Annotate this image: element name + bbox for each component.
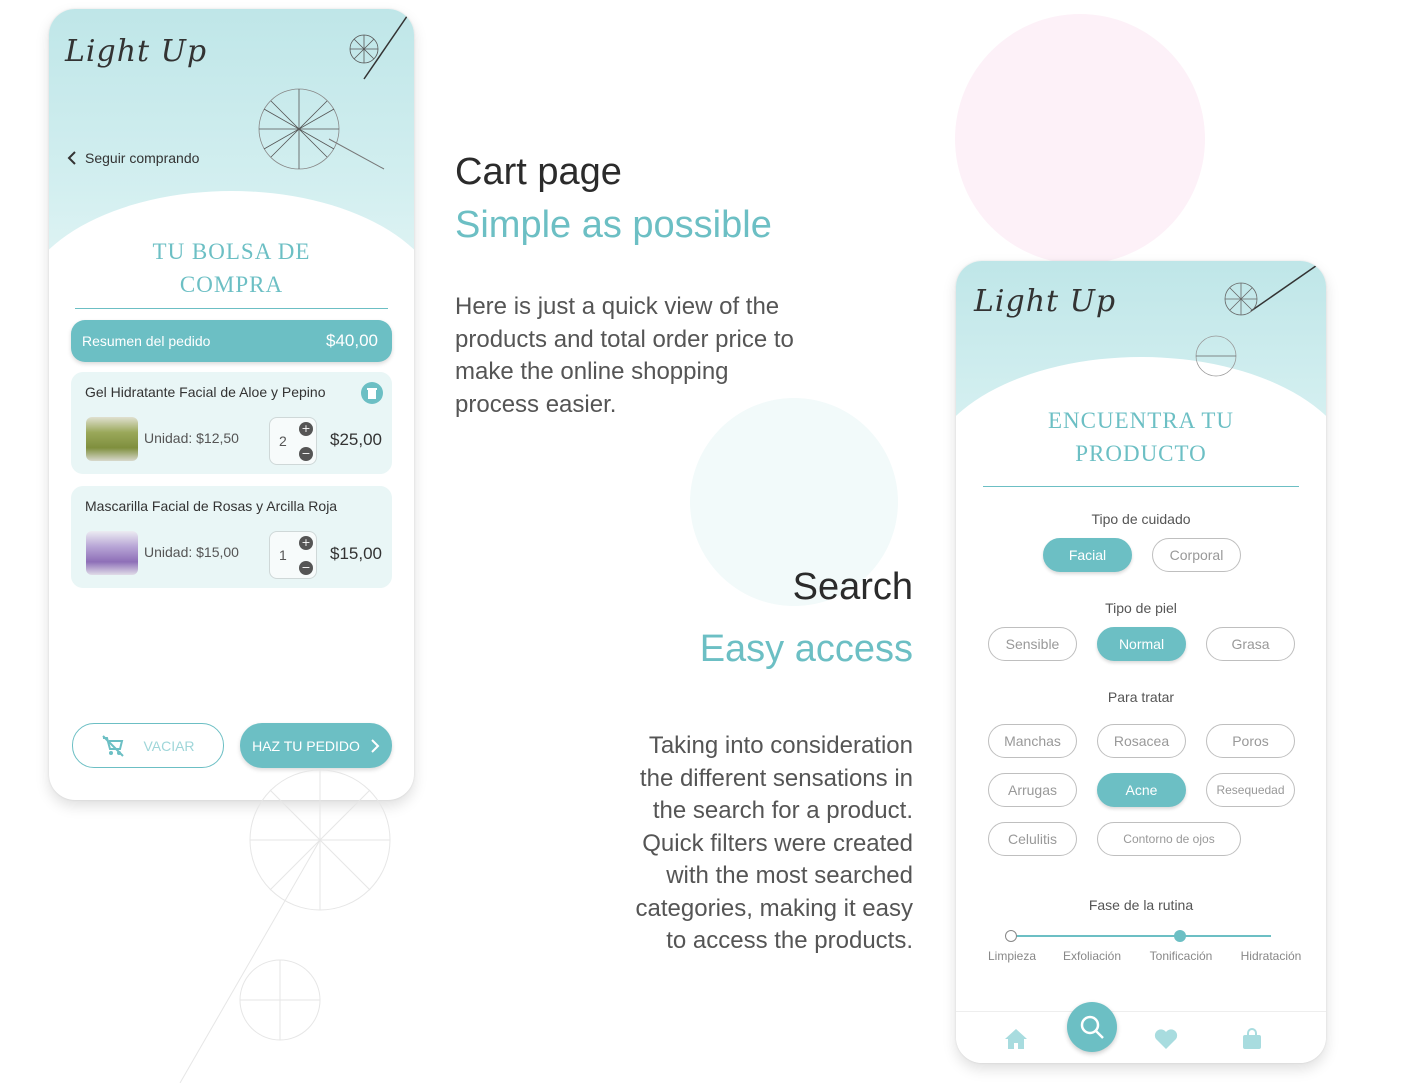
decorative-pink-circle [955, 14, 1205, 264]
plus-icon[interactable]: + [299, 422, 313, 436]
search-section-subheading: Easy access [699, 628, 913, 670]
description-line: Taking into consideration [648, 732, 913, 759]
cart-item: Mascarilla Facial de Rosas y Arcilla Roj… [71, 486, 392, 588]
search-section-description: Taking into consideration the different … [560, 730, 913, 958]
order-summary-bar[interactable]: Resumen del pedido $40,00 [71, 320, 392, 362]
description-line: the search for a product. [652, 797, 913, 824]
item-name: Gel Hidratante Facial de Aloe y Pepino [85, 384, 326, 400]
treat-label: Para tratar [1107, 689, 1175, 705]
product-thumbnail [86, 417, 138, 461]
product-thumbnail [86, 531, 138, 575]
description-line: the different sensations in [639, 764, 913, 792]
background-dandelion-illustration [179, 769, 391, 1083]
chip-arrugas[interactable]: Arrugas [988, 773, 1077, 807]
bag-icon[interactable] [1239, 1026, 1265, 1052]
quantity-value: 2 [279, 433, 287, 449]
chip-sensible[interactable]: Sensible [988, 627, 1077, 661]
item-name: Mascarilla Facial de Rosas y Arcilla Roj… [85, 498, 338, 514]
routine-step-label: Exfoliación [1062, 949, 1122, 963]
title-divider [983, 486, 1299, 487]
cart-phone-mockup: Light Up Seguir comprando TU BOLSA DE CO… [49, 9, 414, 800]
chip-corporal[interactable]: Corporal [1152, 538, 1241, 572]
item-total: $25,00 [330, 430, 382, 449]
title-divider [75, 308, 388, 309]
care-type-label: Tipo de cuidado [1091, 511, 1191, 527]
cart-section-description: Here is just a quick view of the product… [455, 291, 794, 421]
routine-slider-track[interactable] [1011, 935, 1271, 937]
chip-facial[interactable]: Facial [1043, 538, 1132, 572]
search-tab-button[interactable] [1067, 1002, 1117, 1052]
skin-type-label: Tipo de piel [1105, 600, 1177, 616]
description-line: process easier. [455, 390, 617, 418]
chip-contorno-de-ojos[interactable]: Contorno de ojos [1097, 822, 1241, 856]
cart-title-line2: COMPRA [179, 272, 284, 297]
chip-grasa[interactable]: Grasa [1206, 627, 1295, 661]
trash-icon[interactable] [361, 382, 383, 404]
description-line: make the online shopping [455, 358, 729, 385]
description-line: categories, making it easy [635, 894, 913, 922]
cart-item: Gel Hidratante Facial de Aloe y Pepino U… [71, 372, 392, 474]
chip-poros[interactable]: Poros [1206, 724, 1295, 758]
continue-shopping-label: Seguir comprando [85, 150, 200, 166]
plus-icon[interactable]: + [299, 536, 313, 550]
search-title-line1: ENCUENTRA TU [1048, 408, 1234, 433]
chevron-left-icon [67, 151, 76, 165]
chip-rosacea[interactable]: Rosacea [1097, 724, 1186, 758]
search-phone-mockup: Light Up ENCUENTRA TU PRODUCTO Tipo de c… [956, 261, 1326, 1063]
chip-resequedad[interactable]: Resequedad [1206, 773, 1295, 807]
item-total: $15,00 [330, 544, 382, 563]
slider-stop-limpieza[interactable] [1005, 930, 1017, 942]
dandelion-illustration [258, 9, 413, 170]
order-summary-label: Resumen del pedido [82, 333, 211, 349]
unit-price: Unidad: $12,50 [144, 430, 239, 446]
place-order-label: HAZ TU PEDIDO [252, 737, 360, 754]
continue-shopping-link[interactable]: Seguir comprando [67, 150, 199, 166]
routine-step-label: Hidratación [1240, 949, 1302, 963]
brand-logo: Light Up [65, 34, 208, 69]
routine-step-label: Limpieza [987, 949, 1037, 963]
quantity-value: 1 [279, 547, 287, 563]
search-section-heading: Search [792, 566, 913, 608]
description-line: products and total order price to [455, 325, 794, 353]
description-line: with the most searched [666, 862, 913, 889]
description-line: to access the products. [666, 927, 913, 954]
heart-icon[interactable] [1153, 1026, 1179, 1052]
search-title-line2: PRODUCTO [1075, 441, 1207, 466]
description-line: Here is just a quick view of the [455, 293, 780, 320]
chip-manchas[interactable]: Manchas [988, 724, 1077, 758]
cart-section-subheading: Simple as possible [455, 204, 772, 246]
dandelion-illustration [1195, 261, 1324, 377]
chip-celulitis[interactable]: Celulitis [988, 822, 1077, 856]
remove-cart-icon [102, 734, 125, 757]
cart-title-line1: TU BOLSA DE [152, 239, 311, 264]
home-icon[interactable] [1003, 1026, 1029, 1052]
routine-phase-label: Fase de la rutina [1088, 897, 1194, 913]
unit-price: Unidad: $15,00 [144, 544, 239, 560]
search-icon [1080, 1015, 1104, 1039]
cart-section-heading: Cart page [455, 151, 622, 193]
minus-icon[interactable]: − [299, 447, 313, 461]
order-total: $40,00 [326, 331, 378, 350]
empty-cart-label: VACIAR [143, 737, 195, 754]
description-line: Quick filters were created [642, 829, 913, 857]
slider-handle[interactable] [1174, 930, 1186, 942]
chevron-right-icon [371, 738, 380, 753]
quantity-stepper[interactable]: 1 + − [269, 531, 317, 579]
bottom-tab-bar [956, 1011, 1326, 1063]
chip-acne[interactable]: Acne [1097, 773, 1186, 807]
quantity-stepper[interactable]: 2 + − [269, 417, 317, 465]
brand-logo: Light Up [974, 284, 1117, 319]
chip-normal[interactable]: Normal [1097, 627, 1186, 661]
routine-step-label: Tonificación [1149, 949, 1213, 963]
minus-icon[interactable]: − [299, 561, 313, 575]
